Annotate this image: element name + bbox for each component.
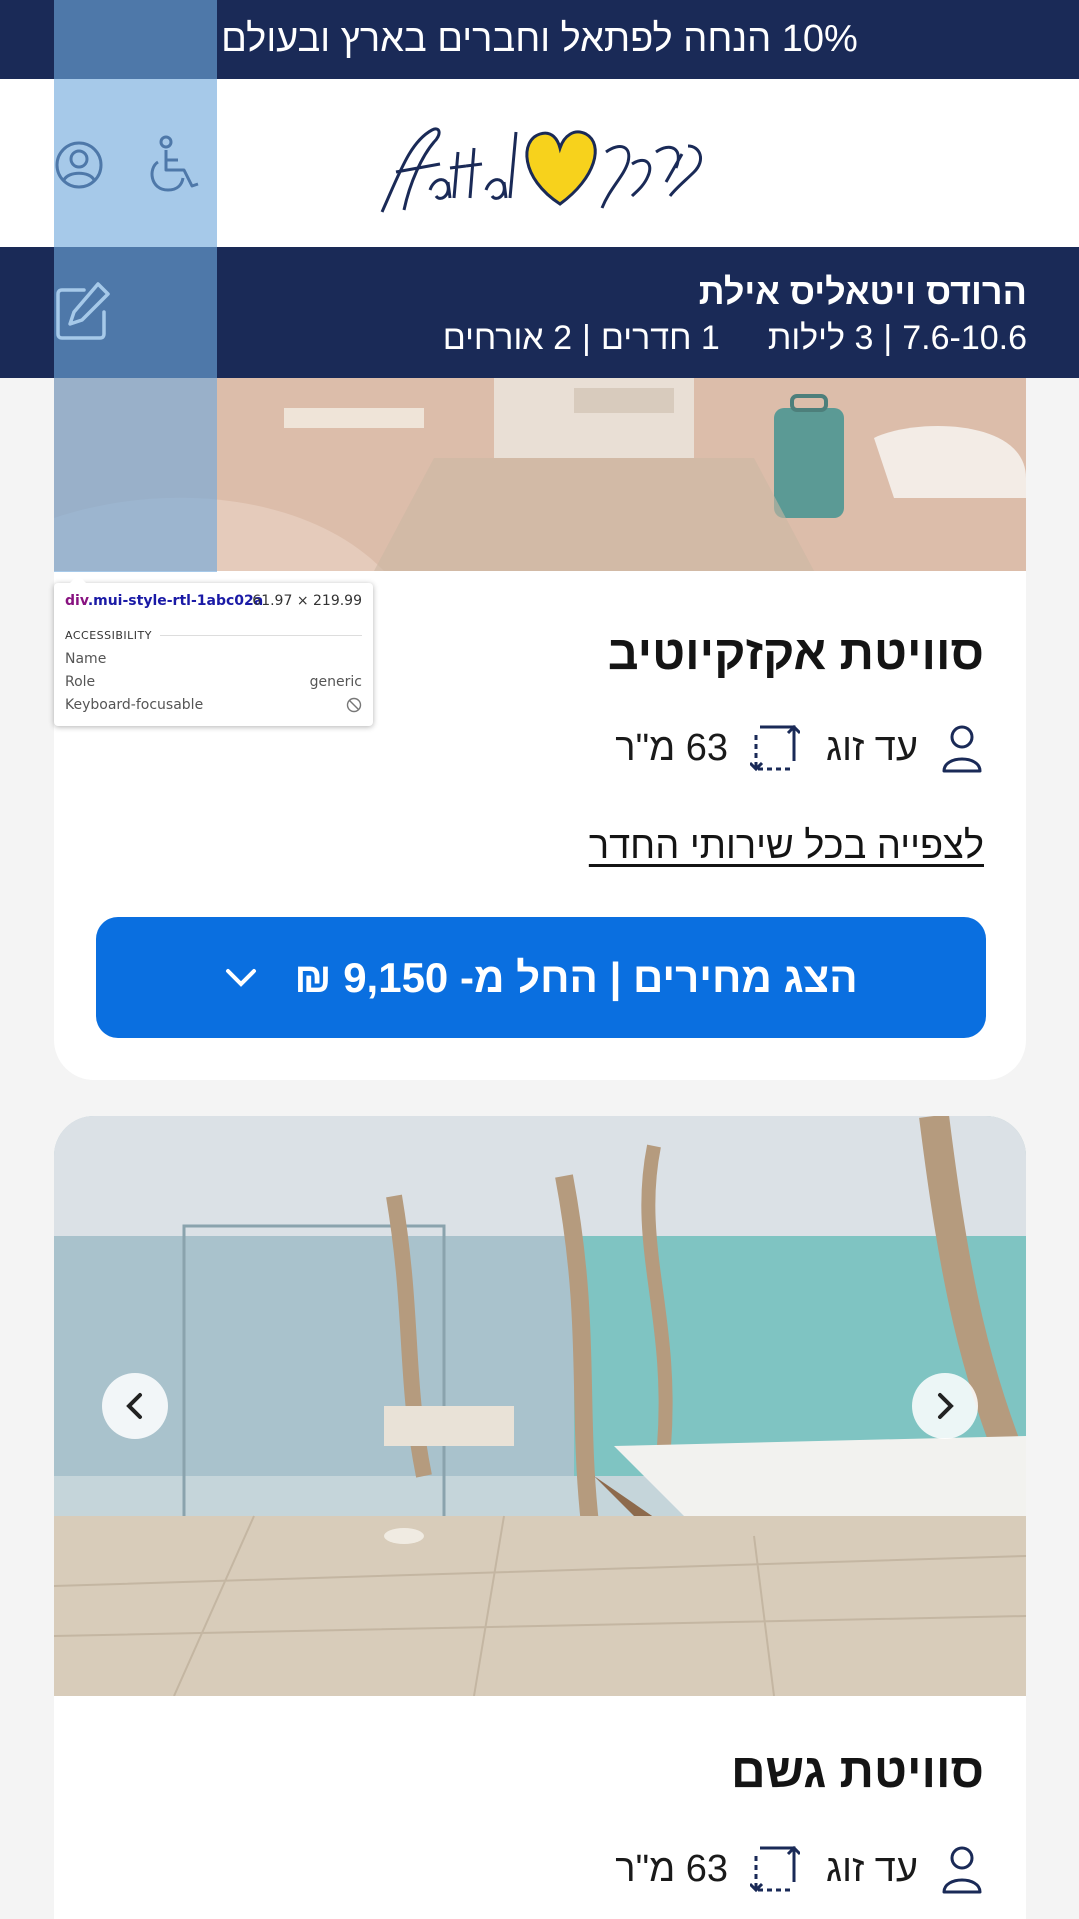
tooltip-arrow <box>70 575 86 583</box>
edit-icon[interactable] <box>54 280 110 342</box>
booking-summary[interactable]: הרודס ויטאליס אילת 7.6-10.6|3 לילות1 חדר… <box>0 247 1079 378</box>
a11y-row-name: Name <box>65 651 362 667</box>
a11y-row-role: Role generic <box>65 674 362 690</box>
booking-details: 7.6-10.6|3 לילות1 חדרים|2 אורחים <box>442 319 1027 357</box>
room-image-scene <box>54 378 1026 571</box>
room-card-executive-suite: סוויטת אקזקיוטיב עד זוג 63 מ"ר לצפייה בכ… <box>54 378 1026 1080</box>
a11y-label: Keyboard-focusable <box>65 697 204 713</box>
chevron-down-icon <box>224 967 258 989</box>
selector-class: .mui-style-rtl-1abc02a <box>87 593 264 609</box>
carousel-next-button[interactable] <box>912 1373 978 1439</box>
a11y-label: Name <box>65 651 107 667</box>
accessibility-icon[interactable] <box>146 134 202 194</box>
room-meta: עד זוג 63 מ"ר <box>589 723 984 773</box>
person-icon <box>942 1846 982 1894</box>
accessibility-section-header: ACCESSIBILITY <box>65 629 362 642</box>
show-prices-label: הצג מחירים | החל מ- 9,150 ₪ <box>294 953 858 1001</box>
booking-rooms: 1 חדרים <box>600 319 720 357</box>
booking-nights: 3 לילות <box>767 319 874 357</box>
chevron-right-icon <box>938 1393 954 1419</box>
room-card-rain-suite: סוויטת גשם עד זוג 63 מ"ר <box>54 1116 1026 1919</box>
room-size-text: 63 מ"ר <box>615 726 729 769</box>
chevron-left-icon <box>126 1393 142 1419</box>
room-services-link[interactable]: לצפייה בכל שירותי החדר <box>589 825 984 868</box>
a11y-value: generic <box>309 674 362 690</box>
fattal-logo[interactable] <box>370 112 710 222</box>
room-image-scene <box>54 1116 1026 1696</box>
occupancy-text: עד זוג <box>826 726 918 769</box>
promo-banner: 10% הנחה לפתאל וחברים בארץ ובעולם <box>0 0 1079 79</box>
person-icon <box>942 725 982 773</box>
room-size-text: 63 מ"ר <box>615 1847 729 1890</box>
occupancy: עד זוג <box>826 1844 984 1894</box>
occupancy: עד זוג <box>826 723 984 773</box>
booking-guests: 2 אורחים <box>442 319 573 357</box>
area-icon <box>750 724 801 772</box>
hotel-name: הרודס ויטאליס אילת <box>698 271 1027 312</box>
element-selector: div.mui-style-rtl-1abc02a <box>65 593 263 609</box>
room-title: סוויטת גשם <box>730 1745 984 1798</box>
show-prices-button[interactable]: הצג מחירים | החל מ- 9,150 ₪ <box>96 917 986 1038</box>
devtools-inspect-tooltip: div.mui-style-rtl-1abc02a 61.97 × 219.99… <box>54 575 373 726</box>
a11y-row-keyboard-focusable: Keyboard-focusable <box>65 697 362 713</box>
room-size: 63 מ"ר <box>615 723 801 773</box>
promo-text: 10% הנחה לפתאל וחברים בארץ ובעולם <box>221 18 858 60</box>
room-title: סוויטת אקזקיוטיב <box>607 627 984 680</box>
area-icon <box>750 1845 801 1893</box>
booking-dates: 7.6-10.6 <box>902 319 1027 357</box>
room-image[interactable] <box>54 378 1026 571</box>
room-meta: עד זוג 63 מ"ר <box>589 1844 984 1894</box>
not-allowed-icon <box>346 697 362 713</box>
a11y-label: Role <box>65 674 96 690</box>
room-size: 63 מ"ר <box>615 1844 801 1894</box>
user-icon[interactable] <box>54 140 104 190</box>
occupancy-text: עד זוג <box>826 1847 918 1890</box>
carousel-prev-button[interactable] <box>102 1373 168 1439</box>
selector-tag: div <box>65 593 88 609</box>
element-dimensions: 61.97 × 219.99 <box>252 593 362 609</box>
room-image[interactable] <box>54 1116 1026 1696</box>
